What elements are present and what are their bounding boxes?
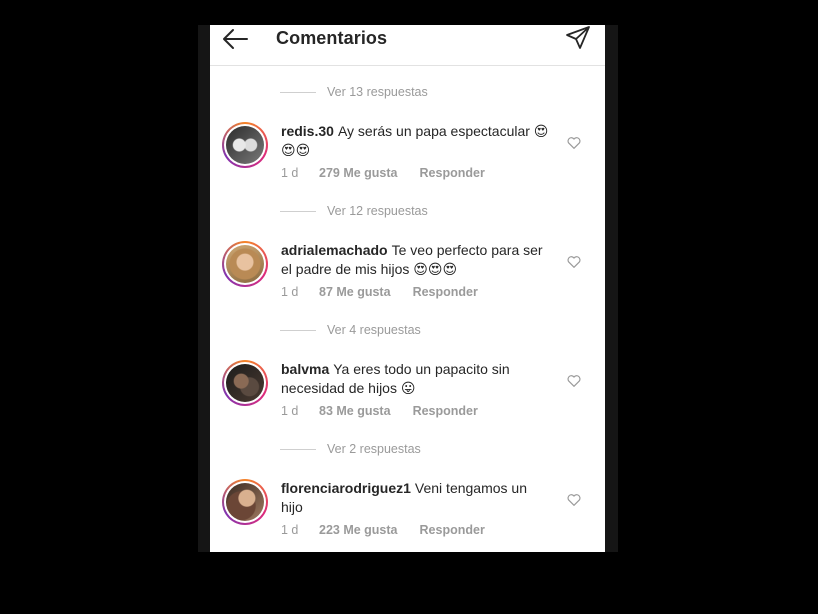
header: Comentarios [210, 25, 605, 66]
comment-time: 1 d [281, 166, 299, 180]
comment-meta: 1 d 279 Me gusta Responder [281, 166, 485, 180]
comment-body: florenciarodriguez1 Veni tengamos un hijo [281, 479, 551, 517]
comments-screen: Comentarios Ver 13 respuestas redis.30 Ay… [210, 25, 605, 552]
comment-item: adrialemachado Te veo perfecto para ser e… [210, 241, 605, 321]
comment-time: 1 d [281, 404, 299, 418]
avatar[interactable] [222, 241, 268, 287]
heart-icon[interactable] [567, 136, 581, 149]
like-count[interactable]: 87 Me gusta [319, 285, 391, 299]
comment-username[interactable]: adrialemachado [281, 242, 388, 258]
view-replies-label[interactable]: Ver 2 respuestas [327, 442, 421, 456]
comment-username[interactable]: florenciarodriguez1 [281, 480, 411, 496]
reply-button[interactable]: Responder [413, 404, 478, 418]
divider-line [280, 210, 316, 212]
view-replies-label[interactable]: Ver 13 respuestas [327, 85, 428, 99]
heart-icon[interactable] [567, 493, 581, 506]
like-count[interactable]: 279 Me gusta [319, 166, 398, 180]
comment-meta: 1 d 83 Me gusta Responder [281, 404, 478, 418]
avatar[interactable] [222, 479, 268, 525]
comment-time: 1 d [281, 523, 299, 537]
paper-plane-icon[interactable] [565, 25, 591, 51]
view-replies[interactable]: Ver 4 respuestas [280, 322, 421, 338]
view-replies[interactable]: Ver 13 respuestas [280, 84, 428, 100]
comment-item: florenciarodriguez1 Veni tengamos un hijo… [210, 479, 605, 552]
comment-username[interactable]: balvma [281, 361, 329, 377]
comment-item: balvma Ya eres todo un papacito sin neces… [210, 360, 605, 440]
arrow-left-icon[interactable] [220, 27, 250, 51]
reply-button[interactable]: Responder [420, 166, 485, 180]
reply-button[interactable]: Responder [413, 285, 478, 299]
heart-icon[interactable] [567, 255, 581, 268]
view-replies[interactable]: Ver 2 respuestas [280, 441, 421, 457]
avatar[interactable] [222, 360, 268, 406]
comment-body: redis.30 Ay serás un papa espectacular 😍😍… [281, 122, 551, 160]
avatar[interactable] [222, 122, 268, 168]
like-count[interactable]: 223 Me gusta [319, 523, 398, 537]
divider-line [280, 91, 316, 93]
like-count[interactable]: 83 Me gusta [319, 404, 391, 418]
comment-username[interactable]: redis.30 [281, 123, 334, 139]
comment-item: redis.30 Ay serás un papa espectacular 😍😍… [210, 122, 605, 202]
reply-button[interactable]: Responder [420, 523, 485, 537]
page-title: Comentarios [276, 28, 388, 48]
divider-line [280, 448, 316, 450]
heart-icon[interactable] [567, 374, 581, 387]
comment-body: adrialemachado Te veo perfecto para ser e… [281, 241, 551, 279]
comment-body: balvma Ya eres todo un papacito sin neces… [281, 360, 551, 398]
view-replies-label[interactable]: Ver 12 respuestas [327, 204, 428, 218]
comment-meta: 1 d 87 Me gusta Responder [281, 285, 478, 299]
comment-time: 1 d [281, 285, 299, 299]
view-replies-label[interactable]: Ver 4 respuestas [327, 323, 421, 337]
view-replies[interactable]: Ver 12 respuestas [280, 203, 428, 219]
divider-line [280, 329, 316, 331]
comment-meta: 1 d 223 Me gusta Responder [281, 523, 485, 537]
